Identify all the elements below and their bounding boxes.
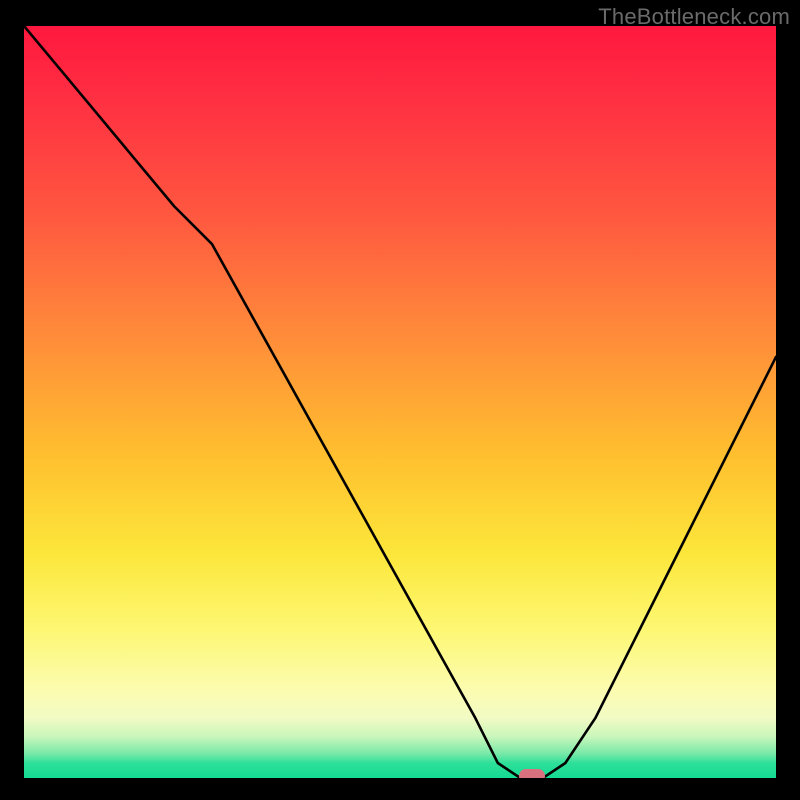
- optimum-marker: [519, 769, 545, 778]
- chart-frame: TheBottleneck.com: [0, 0, 800, 800]
- watermark-text: TheBottleneck.com: [598, 4, 790, 30]
- curve-path: [24, 26, 776, 778]
- plot-area: [24, 26, 776, 778]
- bottleneck-curve: [24, 26, 776, 778]
